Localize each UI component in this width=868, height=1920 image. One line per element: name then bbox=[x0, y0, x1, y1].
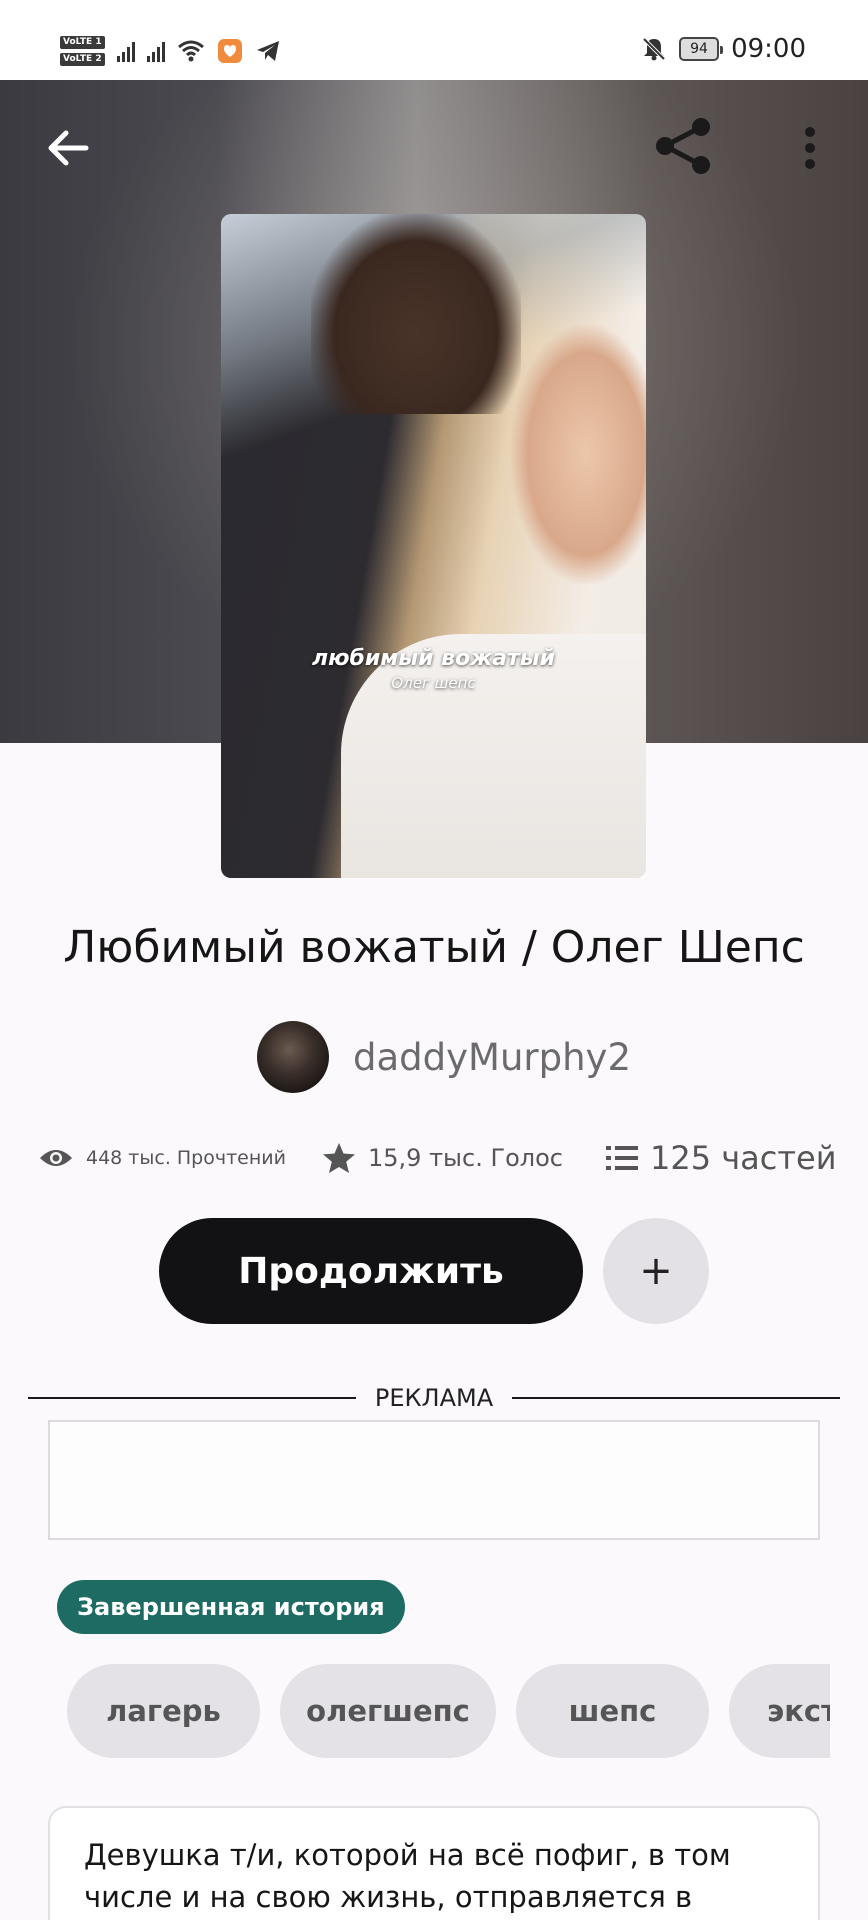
cover-photo-detail bbox=[311, 214, 521, 414]
stat-reads: 448 тыс. Прочтений bbox=[38, 1132, 286, 1184]
story-title: Любимый вожатый / Олег Шепс bbox=[63, 922, 805, 973]
star-icon bbox=[323, 1143, 355, 1173]
tag-chip[interactable]: экст bbox=[729, 1664, 830, 1758]
clock: 09:00 bbox=[731, 34, 806, 64]
ad-separator: РЕКЛАМА bbox=[28, 1384, 840, 1414]
tag-chip[interactable]: олегшепс bbox=[280, 1664, 496, 1758]
bell-off-icon bbox=[642, 37, 666, 61]
reads-count: 448 тыс. Прочтений bbox=[86, 1147, 286, 1169]
parts-count: 125 частей bbox=[650, 1139, 837, 1177]
back-button[interactable] bbox=[40, 120, 96, 176]
story-cover-image[interactable]: любимый вожатый Олег шепс bbox=[221, 214, 646, 878]
stat-votes: 15,9 тыс. Голос bbox=[322, 1132, 563, 1184]
cover-subtitle-text: Олег шепс bbox=[391, 674, 476, 692]
cover-title-text: любимый вожатый bbox=[311, 646, 556, 671]
more-options-button[interactable] bbox=[784, 116, 836, 180]
tag-chip[interactable]: лагерь bbox=[67, 1664, 260, 1758]
plus-icon: + bbox=[639, 1248, 673, 1294]
heart-shield-icon bbox=[217, 39, 242, 63]
story-description: Девушка т/и, которой на всё пофиг, в том… bbox=[84, 1838, 731, 1914]
share-icon bbox=[656, 118, 710, 174]
avatar bbox=[257, 1021, 329, 1093]
divider bbox=[28, 1397, 356, 1399]
volte-indicator: VoLTE 1 VoLTE 2 bbox=[60, 36, 105, 66]
signal-icon bbox=[116, 40, 135, 62]
continue-reading-button[interactable]: Продолжить bbox=[159, 1218, 583, 1324]
stat-parts[interactable]: 125 частей bbox=[606, 1132, 836, 1184]
more-vertical-icon bbox=[805, 127, 815, 169]
volte-1-label: VoLTE 1 bbox=[60, 36, 105, 49]
cover-photo-detail bbox=[511, 324, 646, 584]
wifi-icon bbox=[177, 40, 204, 62]
author-link[interactable]: daddyMurphy2 bbox=[257, 1020, 631, 1094]
top-toolbar bbox=[0, 80, 868, 210]
battery-indicator: 94 bbox=[679, 37, 724, 61]
signal-icon bbox=[146, 40, 165, 62]
ad-banner[interactable] bbox=[48, 1420, 820, 1540]
description-card[interactable]: Девушка т/и, которой на всё пофиг, в том… bbox=[48, 1806, 820, 1920]
status-bar: VoLTE 1 VoLTE 2 94 09:00 bbox=[0, 0, 868, 80]
tag-chip[interactable]: шепс bbox=[516, 1664, 709, 1758]
tag-list: лагерь олегшепс шепс экст bbox=[67, 1664, 830, 1758]
ad-label: РЕКЛАМА bbox=[374, 1384, 494, 1412]
story-details-screen: VoLTE 1 VoLTE 2 94 09:00 любимый вожатый… bbox=[0, 0, 868, 1920]
add-to-library-button[interactable]: + bbox=[603, 1218, 709, 1324]
status-right: 94 09:00 bbox=[641, 34, 806, 64]
eye-icon bbox=[40, 1150, 72, 1166]
arrow-left-icon bbox=[48, 130, 89, 166]
volte-2-label: VoLTE 2 bbox=[60, 53, 105, 66]
share-button[interactable] bbox=[652, 114, 716, 178]
votes-count: 15,9 тыс. Голос bbox=[368, 1144, 563, 1172]
status-left: VoLTE 1 VoLTE 2 bbox=[60, 26, 281, 76]
story-stats: 448 тыс. Прочтений 15,9 тыс. Голос 125 ч… bbox=[38, 1132, 838, 1184]
list-icon bbox=[606, 1146, 638, 1170]
author-name: daddyMurphy2 bbox=[353, 1035, 631, 1079]
divider bbox=[512, 1397, 840, 1399]
status-badge: Завершенная история bbox=[57, 1580, 405, 1634]
telegram-icon bbox=[256, 41, 279, 61]
